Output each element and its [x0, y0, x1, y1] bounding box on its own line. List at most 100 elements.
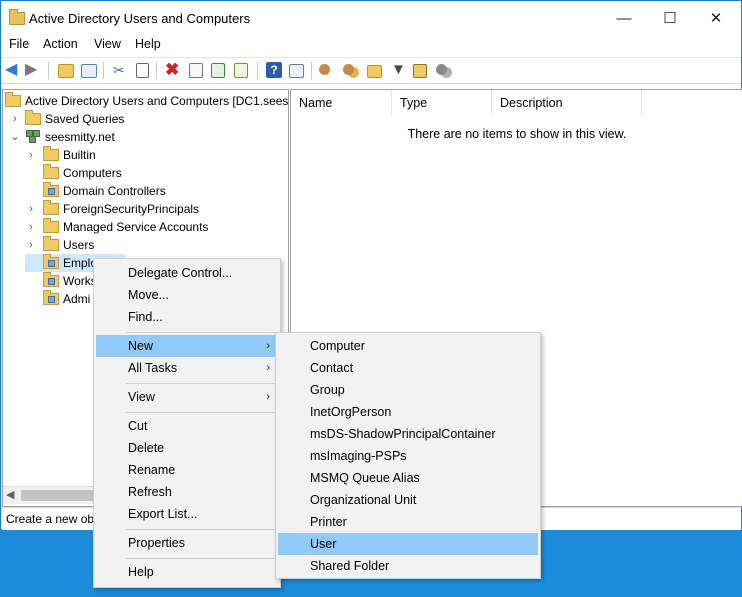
toolbar: ◀ ▶ ✂ ✖ ? ▼	[1, 57, 741, 84]
menu-separator	[126, 383, 276, 384]
menu-item-delete[interactable]: Delete	[96, 437, 278, 459]
refresh-icon[interactable]	[211, 63, 225, 78]
find-icon[interactable]	[413, 64, 427, 78]
window-title: Active Directory Users and Computers	[29, 11, 251, 26]
domain-icon	[26, 130, 41, 143]
submenu-item-msmq-queue-alias[interactable]: MSMQ Queue Alias	[278, 467, 538, 489]
submenu-item-msimaging-psps[interactable]: msImaging-PSPs	[278, 445, 538, 467]
tree-item-users[interactable]: › Users	[25, 236, 94, 254]
menu-item-new-label: New	[128, 339, 154, 353]
menu-action[interactable]: Action	[43, 37, 78, 51]
tree-item-workstations[interactable]: Works	[25, 272, 97, 290]
tree-item-foreign-security-principals[interactable]: › ForeignSecurityPrincipals	[25, 200, 199, 218]
menu-item-all-tasks-label: All Tasks	[128, 361, 178, 375]
chevron-right-icon[interactable]: ›	[25, 236, 37, 254]
column-name[interactable]: Name	[291, 90, 392, 116]
submenu-item-inetorgperson[interactable]: InetOrgPerson	[278, 401, 538, 423]
scroll-left-icon[interactable]: ◀	[6, 488, 14, 501]
title-bar[interactable]: Active Directory Users and Computers — ☐…	[1, 1, 741, 35]
menu-item-properties[interactable]: Properties	[96, 532, 278, 554]
menu-item-cut[interactable]: Cut	[96, 415, 278, 437]
new-user-icon[interactable]	[319, 64, 330, 75]
submenu-item-shared-folder[interactable]: Shared Folder	[278, 555, 538, 577]
properties-icon[interactable]	[189, 63, 203, 78]
ou-folder-icon	[43, 182, 59, 197]
cut-icon[interactable]: ✂	[113, 62, 129, 78]
tree-item-admins[interactable]: Admi	[25, 290, 90, 308]
ou-folder-icon	[43, 290, 59, 305]
folder-icon	[43, 164, 59, 179]
menu-separator	[126, 558, 276, 559]
tree-root[interactable]: Active Directory Users and Computers [DC…	[5, 92, 288, 110]
submenu-item-contact[interactable]: Contact	[278, 357, 538, 379]
menu-item-move[interactable]: Move...	[96, 284, 278, 306]
submenu-item-shadow-principal-container[interactable]: msDS-ShadowPrincipalContainer	[278, 423, 538, 445]
submenu-item-computer[interactable]: Computer	[278, 335, 538, 357]
submenu-item-printer[interactable]: Printer	[278, 511, 538, 533]
tree-item-managed-service-accounts[interactable]: › Managed Service Accounts	[25, 218, 208, 236]
column-type[interactable]: Type	[392, 90, 492, 116]
submenu-item-organizational-unit[interactable]: Organizational Unit	[278, 489, 538, 511]
menu-item-new[interactable]: New ›	[96, 335, 278, 357]
menu-item-help[interactable]: Help	[96, 561, 278, 583]
menu-view[interactable]: View	[94, 37, 121, 51]
chevron-right-icon[interactable]: ›	[25, 218, 37, 236]
back-icon[interactable]: ◀	[5, 62, 21, 78]
tree-item-domain-controllers[interactable]: Domain Controllers	[25, 182, 166, 200]
filter-icon[interactable]: ▼	[391, 62, 407, 78]
menu-item-refresh[interactable]: Refresh	[96, 481, 278, 503]
submenu-arrow-icon: ›	[266, 340, 270, 352]
tree-domain[interactable]: ⌄ seesmitty.net	[9, 128, 115, 146]
folder-icon	[43, 236, 59, 251]
menu-item-export-list[interactable]: Export List...	[96, 503, 278, 525]
menu-item-all-tasks[interactable]: All Tasks ›	[96, 357, 278, 379]
menu-separator	[126, 529, 276, 530]
chevron-right-icon[interactable]: ›	[25, 200, 37, 218]
up-folder-icon[interactable]	[58, 64, 74, 78]
menu-item-view-label: View	[128, 390, 155, 404]
menu-separator	[126, 332, 276, 333]
app-folder-icon	[9, 9, 25, 25]
export-icon[interactable]	[234, 63, 248, 78]
tree-item-computers[interactable]: Computers	[25, 164, 122, 182]
maximize-button[interactable]: ☐	[647, 1, 693, 35]
menu-file[interactable]: File	[9, 37, 29, 51]
ou-folder-icon	[43, 254, 59, 269]
help-icon[interactable]: ?	[266, 62, 282, 78]
submenu-item-user[interactable]: User	[278, 533, 538, 555]
menu-item-rename[interactable]: Rename	[96, 459, 278, 481]
new-group-icon[interactable]	[343, 64, 354, 75]
new-submenu: Computer Contact Group InetOrgPerson msD…	[275, 332, 541, 579]
tree-saved-queries[interactable]: › Saved Queries	[9, 110, 124, 128]
menu-item-find[interactable]: Find...	[96, 306, 278, 328]
root-folder-icon	[5, 92, 21, 107]
column-description[interactable]: Description	[492, 90, 642, 116]
folder-icon	[43, 200, 59, 215]
scrollbar-thumb[interactable]	[21, 490, 99, 501]
copy-icon[interactable]	[136, 63, 149, 78]
folder-icon	[43, 146, 59, 161]
close-button[interactable]: ✕	[693, 1, 739, 35]
chevron-down-icon[interactable]: ⌄	[9, 128, 21, 146]
menu-item-view[interactable]: View ›	[96, 386, 278, 408]
forward-icon[interactable]: ▶	[25, 62, 41, 78]
menu-bar: File Action View Help	[1, 35, 741, 55]
context-menu: Delegate Control... Move... Find... New …	[93, 258, 281, 588]
minimize-button[interactable]: —	[601, 1, 647, 35]
new-ou-icon[interactable]	[367, 65, 382, 78]
folder-icon	[43, 218, 59, 233]
view-icon[interactable]	[289, 64, 304, 78]
submenu-item-group[interactable]: Group	[278, 379, 538, 401]
empty-list-message: There are no items to show in this view.	[407, 127, 627, 141]
delete-icon[interactable]: ✖	[165, 61, 181, 78]
chevron-right-icon[interactable]: ›	[25, 146, 37, 164]
menu-item-delegate-control[interactable]: Delegate Control...	[96, 262, 278, 284]
console-tree-icon[interactable]	[81, 64, 97, 78]
add-to-group-icon[interactable]	[436, 64, 447, 75]
status-text: Create a new obj	[6, 512, 97, 526]
submenu-arrow-icon: ›	[266, 362, 270, 374]
ou-folder-icon	[43, 272, 59, 287]
chevron-right-icon[interactable]: ›	[9, 110, 21, 128]
menu-help[interactable]: Help	[135, 37, 161, 51]
tree-item-builtin[interactable]: › Builtin	[25, 146, 96, 164]
